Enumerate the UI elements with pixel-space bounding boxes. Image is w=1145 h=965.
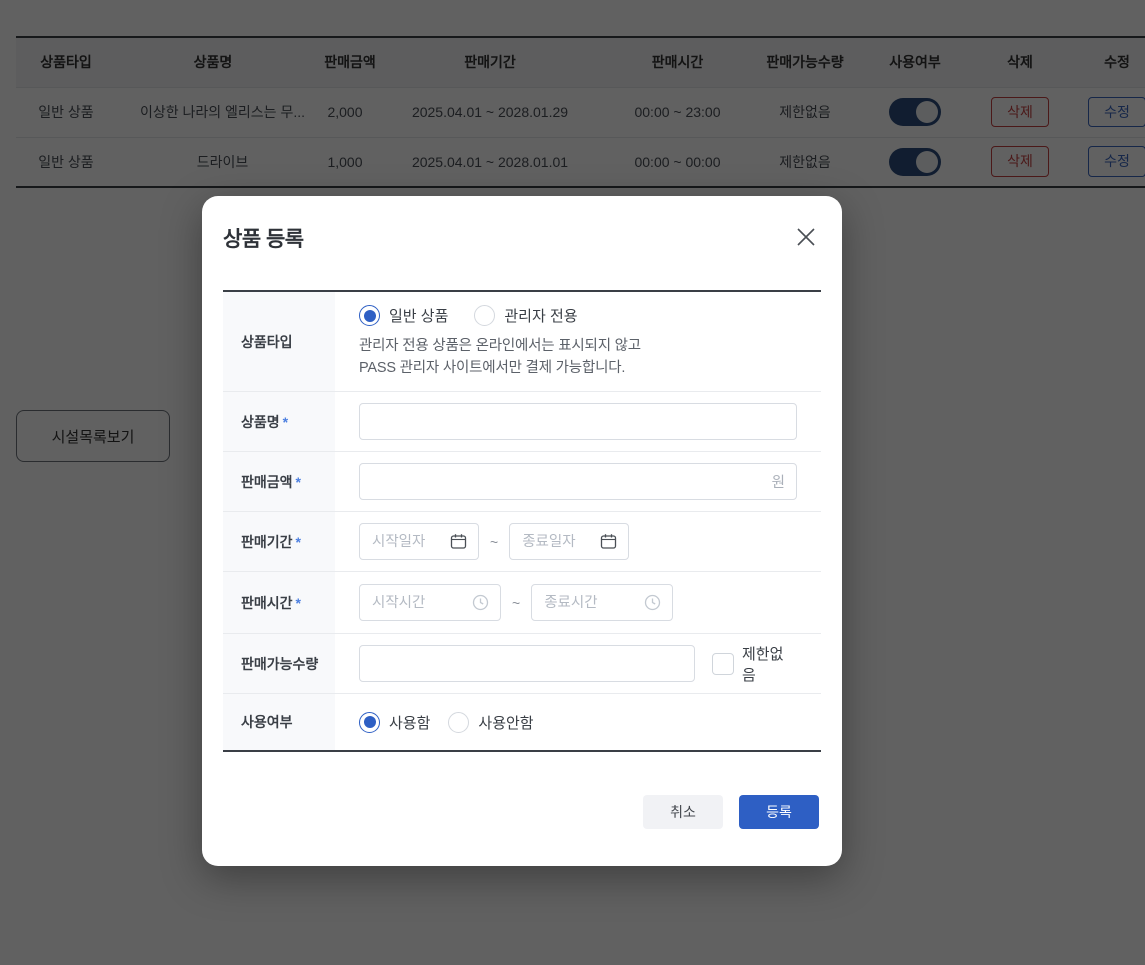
no-limit-label: 제한없음: [741, 645, 784, 684]
close-icon[interactable]: [792, 223, 820, 254]
modal-title: 상품 등록: [223, 228, 304, 251]
no-limit-checkbox[interactable]: [711, 652, 734, 675]
form-row-price: 판매금액 * 원: [223, 452, 821, 512]
field-label: 사용여부: [223, 694, 335, 750]
cancel-button[interactable]: 취소: [643, 795, 723, 829]
quantity-input-box: [359, 645, 695, 682]
radio-checked-icon: [359, 711, 380, 733]
product-name-input-box: [359, 403, 797, 440]
clock-icon[interactable]: [472, 594, 489, 611]
radio-unchecked-icon: [448, 711, 470, 733]
field-label: 상품타입: [223, 292, 335, 391]
quantity-input[interactable]: [372, 655, 683, 672]
end-date-input-box: [509, 523, 630, 560]
field-label: 판매금액 *: [223, 452, 335, 511]
form-row-product-type: 상품타입 일반 상품 관리자 전용 관리자 전용 상품은 온라인에서는 표시되지…: [223, 292, 821, 392]
modal-footer: 취소 등록: [223, 795, 821, 829]
modal-header: 상품 등록: [223, 196, 821, 290]
end-date-input[interactable]: [522, 533, 593, 550]
form-row-time: 판매시간* ~: [223, 572, 821, 634]
clock-icon[interactable]: [644, 594, 661, 611]
form-row-use: 사용여부 사용함 사용안함: [223, 694, 821, 750]
form-row-product-name: 상품명 *: [223, 392, 821, 452]
end-time-input[interactable]: [544, 594, 637, 611]
required-mark: *: [295, 473, 301, 490]
calendar-icon[interactable]: [450, 533, 467, 550]
required-mark: *: [295, 533, 301, 550]
radio-normal-product[interactable]: 일반 상품: [359, 305, 448, 326]
field-label: 판매시간 *: [223, 572, 335, 633]
radio-use-on[interactable]: 사용함: [359, 711, 430, 733]
form-row-period: 판매기간* ~: [223, 512, 821, 572]
currency-suffix: 원: [771, 475, 785, 491]
modal-form: 상품타입 일반 상품 관리자 전용 관리자 전용 상품은 온라인에서는 표시되지…: [223, 290, 821, 752]
required-mark: *: [295, 594, 301, 611]
radio-use-off[interactable]: 사용안함: [448, 711, 534, 733]
start-date-input[interactable]: [372, 533, 442, 550]
field-label: 상품명 *: [223, 392, 335, 451]
radio-admin-only[interactable]: 관리자 전용: [474, 305, 578, 326]
form-row-quantity: 판매가능수량 제한없음: [223, 634, 821, 694]
start-date-input-box: [359, 523, 479, 560]
submit-button[interactable]: 등록: [739, 795, 819, 829]
time-separator: ~: [512, 594, 521, 611]
radio-checked-icon: [359, 305, 380, 326]
use-radio-group: 사용함 사용안함: [359, 711, 534, 733]
required-mark: *: [282, 413, 289, 430]
product-register-modal: 상품 등록 상품타입 일반 상품 관리자 전용 관리자 전용 상품은 온라인에서…: [202, 196, 842, 866]
end-time-input-box: [531, 584, 674, 621]
start-time-input[interactable]: [372, 594, 464, 611]
price-input-box: 원: [359, 463, 797, 500]
admin-product-help-text: 관리자 전용 상품은 온라인에서는 표시되지 않고 PASS 관리자 사이트에서…: [359, 338, 641, 377]
price-input[interactable]: [372, 473, 772, 490]
product-name-input[interactable]: [372, 413, 785, 430]
product-type-radio-group: 일반 상품 관리자 전용: [359, 305, 578, 326]
start-time-input-box: [359, 584, 501, 621]
radio-unchecked-icon: [474, 305, 496, 326]
field-label: 판매기간 *: [223, 512, 335, 571]
field-label: 판매가능수량: [223, 634, 335, 693]
period-separator: ~: [490, 533, 499, 550]
calendar-icon[interactable]: [600, 533, 617, 550]
